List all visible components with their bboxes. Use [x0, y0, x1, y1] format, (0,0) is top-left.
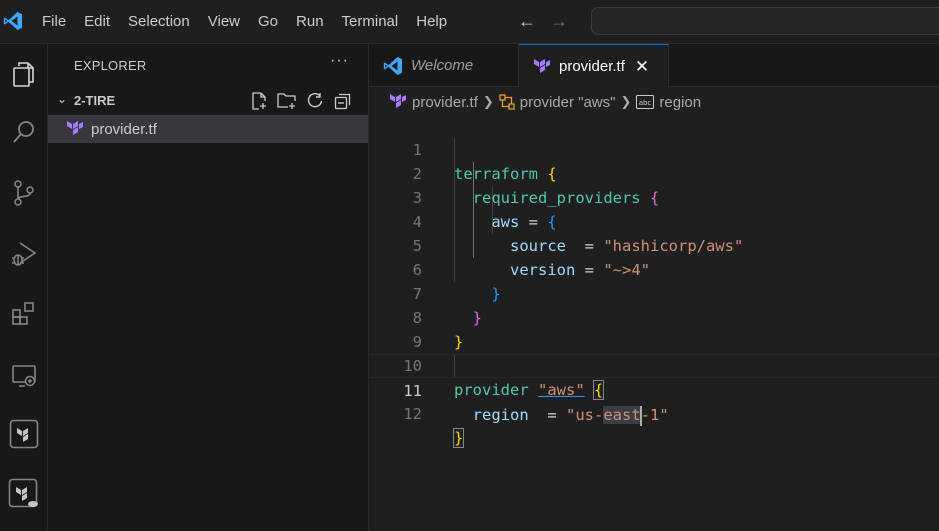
- run-debug-icon[interactable]: [0, 230, 48, 278]
- tab-provider-tf[interactable]: provider.tf ✕: [519, 44, 669, 88]
- breadcrumb-file[interactable]: provider.tf: [389, 93, 478, 111]
- title-bar: File Edit Selection View Go Run Terminal…: [0, 0, 939, 44]
- menu-help[interactable]: Help: [407, 0, 456, 44]
- code-line: 3 aws = {: [369, 162, 939, 231]
- symbol-string-icon: abc: [636, 95, 655, 109]
- code-line-active: 11 region = "us-east-1": [369, 354, 939, 426]
- symbol-namespace-icon: [499, 94, 515, 110]
- menu-file[interactable]: File: [33, 0, 75, 44]
- chevron-right-icon: ❯: [482, 94, 494, 109]
- code-line: 2 required_providers {: [369, 138, 939, 207]
- terraform-file-icon: [533, 58, 551, 76]
- file-name: provider.tf: [91, 121, 157, 138]
- editor-tabs: Welcome provider.tf ✕: [369, 44, 939, 88]
- menu-go[interactable]: Go: [249, 0, 287, 44]
- extensions-icon[interactable]: [0, 290, 48, 338]
- terraform-cloud-icon[interactable]: [0, 470, 48, 518]
- close-icon[interactable]: ✕: [635, 58, 649, 75]
- code-line: 1 terraform {: [369, 114, 939, 183]
- refresh-icon[interactable]: [304, 90, 326, 112]
- folder-name: 2-TIRE: [74, 93, 116, 108]
- code-line: 8 }: [369, 282, 939, 351]
- svg-text:abc: abc: [639, 99, 652, 107]
- search-icon[interactable]: [0, 108, 48, 156]
- code-line: 10 provider "aws" {: [369, 330, 939, 400]
- file-item-provider-tf[interactable]: provider.tf: [48, 115, 368, 143]
- breadcrumb-block[interactable]: provider "aws": [499, 93, 616, 111]
- menu-view[interactable]: View: [199, 0, 249, 44]
- folder-row[interactable]: ⌄ 2-TIRE: [48, 90, 368, 112]
- code-line: 9: [369, 306, 939, 351]
- tab-provider-label: provider.tf: [559, 58, 625, 75]
- tab-welcome-label: Welcome: [411, 57, 474, 74]
- code-token: -1": [640, 406, 669, 424]
- activity-bar: [0, 44, 48, 531]
- code-token: "us-: [566, 406, 604, 424]
- chevron-right-icon: ❯: [620, 94, 632, 109]
- vscode-tab-icon: [383, 56, 403, 76]
- forward-arrow-icon[interactable]: →: [550, 10, 568, 32]
- code-line: 6 }: [369, 234, 939, 303]
- code-line: 12 }: [369, 378, 939, 448]
- tab-welcome[interactable]: Welcome: [369, 44, 519, 87]
- menu-edit[interactable]: Edit: [75, 0, 119, 44]
- explorer-sidebar: EXPLORER ··· ⌄ 2-TIRE provider.tf: [48, 44, 369, 531]
- code-token: =: [528, 406, 566, 424]
- menu-bar: File Edit Selection View Go Run Terminal…: [33, 0, 456, 44]
- code-token-selected: east: [603, 406, 641, 424]
- breadcrumb-attr-label: region: [659, 93, 702, 111]
- code-line: 7 }: [369, 258, 939, 327]
- more-actions-icon[interactable]: ···: [330, 52, 349, 70]
- code-line: 4 source = "hashicorp/aws": [369, 186, 939, 255]
- command-center-search[interactable]: [591, 7, 939, 35]
- new-folder-icon[interactable]: [276, 90, 298, 112]
- breadcrumb-file-label: provider.tf: [412, 93, 478, 111]
- chevron-down-icon: ⌄: [57, 92, 68, 106]
- terraform-file-icon: [66, 120, 84, 141]
- breadcrumb-attr[interactable]: abc region: [636, 94, 701, 111]
- code-line: 5 version = "~>4": [369, 210, 939, 279]
- explorer-icon[interactable]: [0, 50, 48, 98]
- code-token: region: [472, 406, 529, 424]
- new-file-icon[interactable]: [248, 90, 270, 112]
- source-control-icon[interactable]: [0, 169, 48, 217]
- code-editor[interactable]: 1 terraform { 2 required_providers { 3 a…: [369, 114, 939, 531]
- menu-selection[interactable]: Selection: [119, 0, 199, 44]
- collapse-all-icon[interactable]: [332, 90, 354, 112]
- back-arrow-icon[interactable]: ←: [518, 10, 536, 32]
- terraform-file-icon: [390, 94, 406, 108]
- remote-explorer-icon[interactable]: [0, 352, 48, 400]
- vscode-logo-icon: [2, 10, 24, 32]
- explorer-title: EXPLORER: [74, 58, 147, 73]
- terraform-icon[interactable]: [0, 410, 48, 458]
- breadcrumb-block-label: provider "aws": [519, 93, 616, 111]
- line-number: 12: [403, 405, 422, 423]
- breadcrumb: provider.tf ❯ provider "aws" ❯ abc regio…: [389, 91, 701, 113]
- navigation-arrows: ← →: [518, 10, 568, 32]
- menu-run[interactable]: Run: [287, 0, 333, 44]
- folder-actions: [248, 90, 354, 112]
- menu-terminal[interactable]: Terminal: [333, 0, 408, 44]
